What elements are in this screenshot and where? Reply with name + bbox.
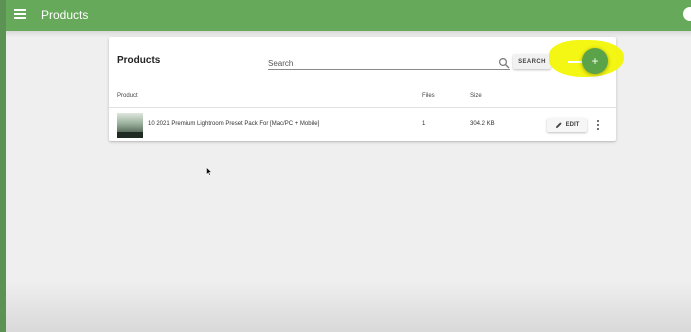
products-card: Products SEARCH + Product Files Size 10 …: [109, 37, 624, 141]
product-size: 304.2 KB: [470, 121, 495, 127]
app-bar: Products: [6, 0, 691, 31]
search-field: [268, 57, 510, 70]
product-files-count: 1: [422, 121, 426, 127]
page-bottom-shade: [6, 280, 691, 332]
product-thumbnail: [117, 113, 143, 138]
column-header-product[interactable]: Product: [117, 93, 138, 99]
add-product-button[interactable]: +: [582, 48, 608, 74]
product-name: 10 2021 Premium Lightroom Preset Pack Fo…: [148, 121, 320, 127]
menu-icon[interactable]: [14, 9, 26, 19]
table-row[interactable]: 10 2021 Premium Lightroom Preset Pack Fo…: [109, 108, 616, 141]
avatar[interactable]: [683, 7, 691, 21]
edit-label: EDIT: [565, 122, 580, 128]
card-title: Products: [117, 55, 161, 66]
pencil-icon: [555, 122, 562, 128]
column-header-size[interactable]: Size: [470, 93, 482, 99]
search-input[interactable]: [268, 57, 488, 69]
search-button[interactable]: SEARCH: [513, 54, 551, 69]
app-title: Products: [41, 8, 89, 22]
mouse-cursor-icon: [206, 167, 212, 176]
more-vert-icon[interactable]: [596, 120, 600, 130]
plus-icon: +: [591, 54, 599, 68]
column-header-files[interactable]: Files: [422, 93, 435, 99]
search-icon[interactable]: [498, 57, 510, 69]
edit-button[interactable]: EDIT: [547, 118, 587, 132]
